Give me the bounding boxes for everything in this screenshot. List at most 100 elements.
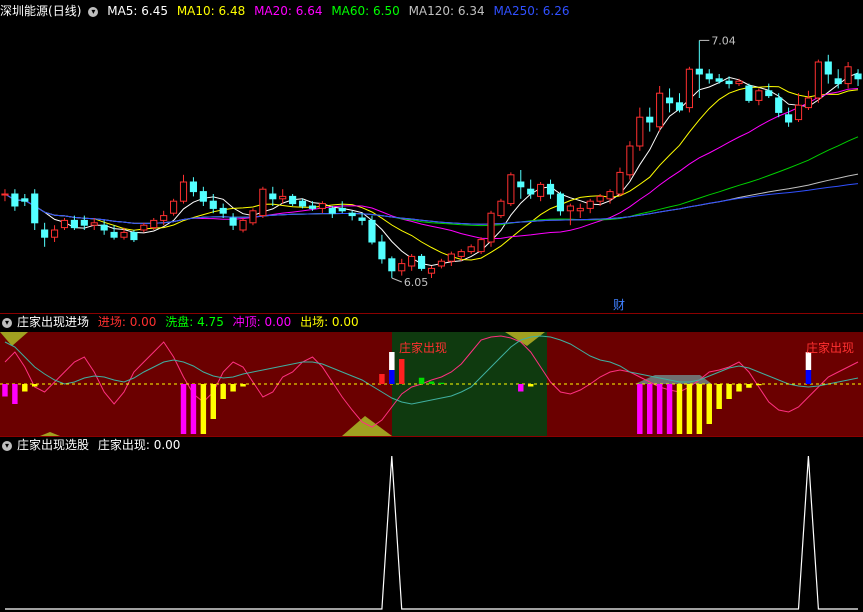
candle-body bbox=[348, 212, 356, 217]
ma20-label: MA20: 6.64 bbox=[254, 4, 323, 18]
ma120-line bbox=[4, 173, 859, 225]
indicator-bar bbox=[637, 384, 643, 434]
period-label: (日线) bbox=[48, 4, 82, 18]
candle-body bbox=[1, 193, 9, 196]
indicator-bar bbox=[379, 374, 385, 384]
dealer-annotation: 庄家出现 bbox=[806, 340, 854, 355]
candle-body bbox=[656, 92, 664, 128]
indicator-bar bbox=[518, 384, 524, 392]
indicator-bar bbox=[438, 382, 445, 384]
candle-body bbox=[199, 191, 207, 202]
candle-body bbox=[50, 229, 59, 238]
indicator-bar bbox=[240, 384, 246, 387]
candle-body bbox=[765, 90, 773, 97]
panel-menu-icon[interactable]: ▾ bbox=[2, 440, 12, 451]
candle-body bbox=[100, 224, 108, 231]
candle-body bbox=[358, 217, 366, 221]
candle-body bbox=[487, 212, 495, 243]
signal-marker-bottom bbox=[389, 370, 395, 384]
candle-body bbox=[517, 181, 525, 188]
candle-body bbox=[11, 193, 19, 207]
candle-body bbox=[755, 90, 763, 101]
indicator-bar bbox=[716, 384, 722, 409]
ma250-line bbox=[4, 183, 859, 225]
candle-body bbox=[259, 188, 267, 217]
candle-body bbox=[576, 207, 584, 212]
candle-body bbox=[418, 255, 426, 269]
indicator-bar bbox=[399, 359, 405, 384]
indicator-bar bbox=[527, 384, 534, 387]
candle-body bbox=[775, 97, 783, 113]
candle-body bbox=[527, 188, 535, 195]
candle-body bbox=[130, 231, 138, 241]
candle-body bbox=[556, 193, 565, 212]
candle-body bbox=[298, 200, 307, 207]
indicator-bar bbox=[666, 384, 673, 434]
indicator-bar bbox=[647, 384, 653, 434]
candle-body bbox=[665, 97, 674, 104]
ma120-label: MA120: 6.34 bbox=[408, 4, 485, 18]
candle-body bbox=[289, 195, 297, 205]
candle-body bbox=[150, 219, 158, 229]
candle-body bbox=[447, 253, 455, 262]
indicator-bar bbox=[2, 384, 8, 397]
candle-body bbox=[249, 210, 257, 224]
indicator-bar bbox=[210, 384, 216, 419]
candle-body bbox=[279, 195, 287, 200]
indicator-bar bbox=[22, 384, 28, 392]
indicator1-header: ▾ 庄家出现进场 进场: 0.00 洗盘: 4.75 冲顶: 0.00 出场: 0… bbox=[0, 314, 364, 330]
candle-body bbox=[824, 61, 832, 75]
candle-body bbox=[596, 195, 604, 202]
candle-body bbox=[110, 231, 118, 238]
indicator-bar bbox=[12, 384, 18, 404]
candle-body bbox=[219, 207, 227, 214]
washout-label: 洗盘: 4.75 bbox=[165, 315, 224, 329]
indicator-bar bbox=[726, 384, 732, 399]
candle-body bbox=[189, 181, 198, 193]
candle-body bbox=[70, 219, 78, 229]
candlestick-chart[interactable]: 7.04 6.05 财 bbox=[0, 18, 863, 314]
indicator1-title: 庄家出现进场 bbox=[17, 315, 90, 329]
candle-body bbox=[794, 104, 803, 121]
indicator-bar bbox=[230, 384, 236, 392]
panel-divider bbox=[0, 313, 863, 314]
indicator-bar bbox=[696, 384, 703, 434]
panel-menu-icon[interactable]: ▾ bbox=[2, 317, 12, 328]
indicator2-title: 庄家出现选股 bbox=[17, 438, 90, 452]
candle-body bbox=[179, 181, 188, 202]
candle-body bbox=[814, 61, 822, 99]
candle-body bbox=[31, 193, 39, 224]
indicator1-chart[interactable]: 庄家出现 庄家出现 bbox=[0, 332, 863, 436]
candle-body bbox=[616, 171, 624, 195]
stock-title: 深圳能源 bbox=[0, 4, 49, 18]
candle-body bbox=[834, 78, 842, 85]
candle-body bbox=[140, 224, 148, 231]
indicator-bar bbox=[686, 384, 693, 434]
main-panel-header: 深圳能源(日线) ▾ MA5: 6.45 MA10: 6.48 MA20: 6.6… bbox=[0, 3, 575, 19]
indicator2-chart[interactable] bbox=[0, 454, 863, 612]
finance-marker: 财 bbox=[613, 298, 625, 312]
indicator2-header: ▾ 庄家出现选股 庄家出现: 0.00 bbox=[0, 437, 185, 453]
candle-body bbox=[675, 102, 684, 111]
entry-label: 进场: 0.00 bbox=[97, 315, 157, 329]
candle-body bbox=[844, 66, 852, 85]
candle-body bbox=[120, 231, 128, 238]
candle-body bbox=[695, 68, 703, 75]
candle-body bbox=[239, 219, 247, 231]
indicator-bar bbox=[220, 384, 226, 399]
indicator-bar bbox=[31, 384, 38, 387]
high-price-label: 7.04 bbox=[711, 34, 736, 47]
signal-marker-bottom bbox=[805, 370, 812, 384]
candle-body bbox=[457, 251, 465, 257]
candle-body bbox=[437, 260, 445, 267]
candle-body bbox=[735, 80, 743, 85]
ma20-line bbox=[4, 88, 859, 240]
candle-body bbox=[338, 207, 346, 212]
indicator-bar bbox=[428, 381, 435, 384]
candle-body bbox=[427, 267, 436, 274]
candle-body bbox=[745, 85, 753, 101]
ma10-label: MA10: 6.48 bbox=[176, 4, 246, 18]
indicator-bar bbox=[190, 384, 197, 434]
indicator-bar bbox=[180, 384, 187, 434]
panel-menu-icon[interactable]: ▾ bbox=[88, 6, 99, 17]
